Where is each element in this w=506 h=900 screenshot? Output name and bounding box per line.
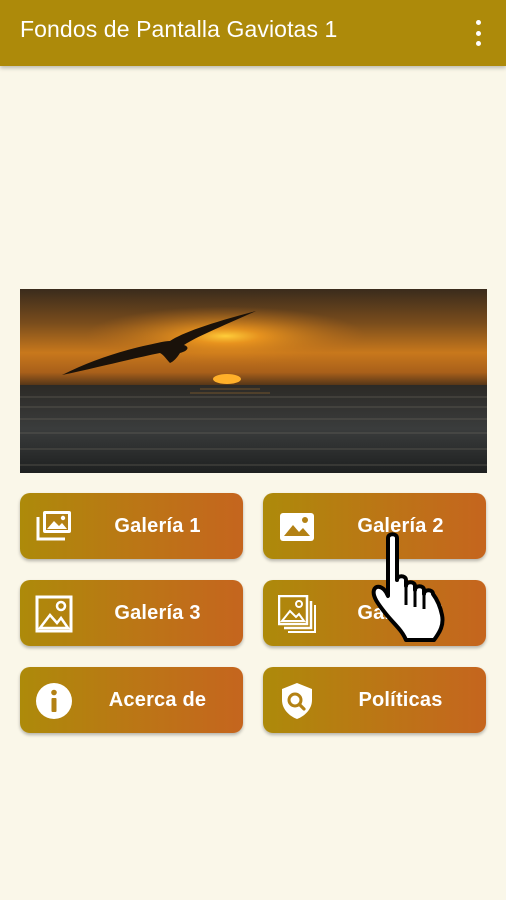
politicas-button[interactable]: Políticas bbox=[263, 667, 486, 733]
image-icon bbox=[277, 507, 317, 547]
picture-frame-icon bbox=[34, 594, 74, 634]
photo-library-icon bbox=[34, 507, 74, 547]
picture-stack-icon bbox=[277, 594, 317, 634]
app-bar: Fondos de Pantalla Gaviotas 1 bbox=[0, 0, 506, 66]
acerca-de-label: Acerca de bbox=[108, 688, 207, 711]
info-icon bbox=[34, 681, 74, 721]
galeria-1-label: Galería 1 bbox=[114, 514, 201, 537]
politicas-label: Políticas bbox=[358, 688, 443, 711]
acerca-de-button[interactable]: Acerca de bbox=[20, 667, 243, 733]
tap-hand-cursor-icon bbox=[370, 530, 470, 645]
galeria-3-button[interactable]: Galería 3 bbox=[20, 580, 243, 646]
shield-search-icon bbox=[277, 681, 317, 721]
banner-image bbox=[20, 289, 487, 473]
app-title: Fondos de Pantalla Gaviotas 1 bbox=[20, 16, 338, 42]
galeria-1-button[interactable]: Galería 1 bbox=[20, 493, 243, 559]
galeria-3-label: Galería 3 bbox=[114, 601, 201, 624]
more-vert-icon[interactable] bbox=[472, 18, 484, 48]
